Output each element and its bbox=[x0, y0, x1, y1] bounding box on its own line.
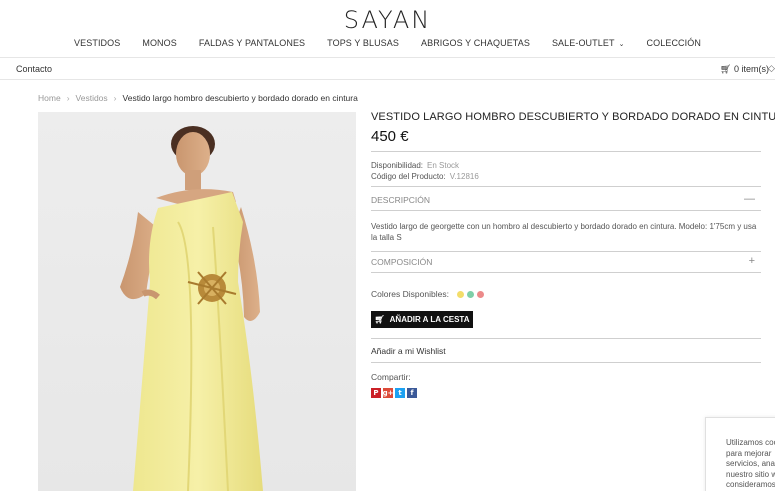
nav-item-vestidos[interactable]: VESTIDOS bbox=[63, 38, 131, 48]
nav-item-tops-blusas[interactable]: TOPS Y BLUSAS bbox=[316, 38, 410, 48]
divider bbox=[371, 251, 761, 252]
cookie-text-line: para mejorar bbox=[726, 448, 772, 458]
product-title: VESTIDO LARGO HOMBRO DESCUBIERTO Y BORDA… bbox=[371, 111, 775, 123]
divider bbox=[371, 186, 761, 187]
nav-item-faldas-pantalones[interactable]: FALDAS Y PANTALONES bbox=[188, 38, 316, 48]
breadcrumb-category[interactable]: Vestidos bbox=[76, 93, 108, 103]
availability-label: Disponibilidad: bbox=[371, 161, 424, 170]
description-text: Vestido largo de georgette con un hombro… bbox=[371, 222, 757, 242]
availability-value: En Stock bbox=[427, 161, 460, 170]
header-divider bbox=[0, 57, 775, 58]
share-label: Compartir: bbox=[371, 372, 411, 382]
divider bbox=[371, 362, 761, 363]
cart-count: 0 item(s) bbox=[733, 64, 769, 74]
nav-item-sale-outlet[interactable]: SALE-OUTLET ⌄ bbox=[541, 38, 636, 48]
product-code-value: V.12816 bbox=[449, 172, 479, 181]
facebook-icon[interactable]: f bbox=[407, 388, 417, 398]
product-price: 450 € bbox=[371, 128, 409, 145]
social-share: P g+ t f bbox=[371, 388, 417, 398]
product-image[interactable] bbox=[38, 112, 356, 491]
color-swatch-pink[interactable] bbox=[476, 290, 484, 298]
contact-link[interactable]: Contacto bbox=[16, 64, 52, 74]
colors-row: Colores Disponibles: bbox=[371, 289, 484, 299]
nav-item-abrigos-chaquetas[interactable]: ABRIGOS Y CHAQUETAS bbox=[410, 38, 541, 48]
composition-label: COMPOSICIÓN bbox=[371, 257, 433, 267]
chevron-right-icon: › bbox=[66, 93, 70, 103]
product-code-row: Código del Producto: V.12816 bbox=[371, 172, 479, 181]
cookie-text-line: consideramos bbox=[726, 480, 775, 489]
cookie-text-line: servicios, anal bbox=[726, 459, 775, 468]
divider bbox=[371, 151, 761, 152]
divider bbox=[371, 210, 761, 211]
color-swatch-green[interactable] bbox=[466, 290, 474, 298]
main-nav: VESTIDOS MONOS FALDAS Y PANTALONES TOPS … bbox=[0, 38, 775, 48]
description-toggle[interactable]: DESCRIPCIÓN — bbox=[371, 193, 761, 205]
collapse-icon: — bbox=[744, 193, 755, 205]
colors-label: Colores Disponibles: bbox=[371, 289, 449, 299]
tag-icon[interactable]: ◇ bbox=[768, 63, 775, 74]
cart-icon: 🛒︎ bbox=[720, 64, 732, 74]
expand-icon: + bbox=[748, 255, 755, 267]
nav-item-sale-label: SALE-OUTLET bbox=[551, 38, 615, 48]
product-photo-illustration bbox=[120, 126, 263, 491]
wishlist-link[interactable]: Añadir a mi Wishlist bbox=[371, 346, 446, 356]
nav-item-monos[interactable]: MONOS bbox=[131, 38, 188, 48]
breadcrumb-home[interactable]: Home bbox=[38, 93, 61, 103]
breadcrumb-current: Vestido largo hombro descubierto y borda… bbox=[122, 93, 358, 103]
cookie-text-line: Utilizamos coo bbox=[726, 438, 775, 447]
cart-icon: 🛒︎ bbox=[374, 315, 385, 324]
google-plus-icon[interactable]: g+ bbox=[383, 388, 393, 398]
breadcrumb: Home › Vestidos › Vestido largo hombro descu… bbox=[38, 93, 358, 103]
pinterest-icon[interactable]: P bbox=[371, 388, 381, 398]
topbar-divider bbox=[0, 79, 775, 80]
availability-row: Disponibilidad: En Stock bbox=[371, 161, 459, 170]
cookie-text-line: nuestro sitio w bbox=[726, 469, 775, 479]
cart-button[interactable]: 🛒︎ 0 item(s) bbox=[720, 64, 769, 75]
divider bbox=[371, 272, 761, 273]
description-label: DESCRIPCIÓN bbox=[371, 195, 431, 205]
divider bbox=[371, 338, 761, 339]
product-code-label: Código del Producto: bbox=[371, 172, 446, 181]
twitter-icon[interactable]: t bbox=[395, 388, 405, 398]
add-to-cart-button[interactable]: 🛒︎ AÑADIR A LA CESTA bbox=[371, 311, 473, 328]
nav-item-coleccion[interactable]: COLECCIÓN bbox=[636, 38, 712, 48]
chevron-down-icon: ⌄ bbox=[618, 41, 625, 48]
composition-toggle[interactable]: COMPOSICIÓN + bbox=[371, 255, 761, 267]
chevron-right-icon: › bbox=[113, 93, 117, 103]
site-logo[interactable]: SAYAN bbox=[0, 6, 775, 34]
cookie-notice: Utilizamos coo para mejorar servicios, a… bbox=[705, 417, 775, 491]
color-swatch-yellow[interactable] bbox=[456, 290, 464, 298]
add-to-cart-label: AÑADIR A LA CESTA bbox=[389, 315, 470, 324]
